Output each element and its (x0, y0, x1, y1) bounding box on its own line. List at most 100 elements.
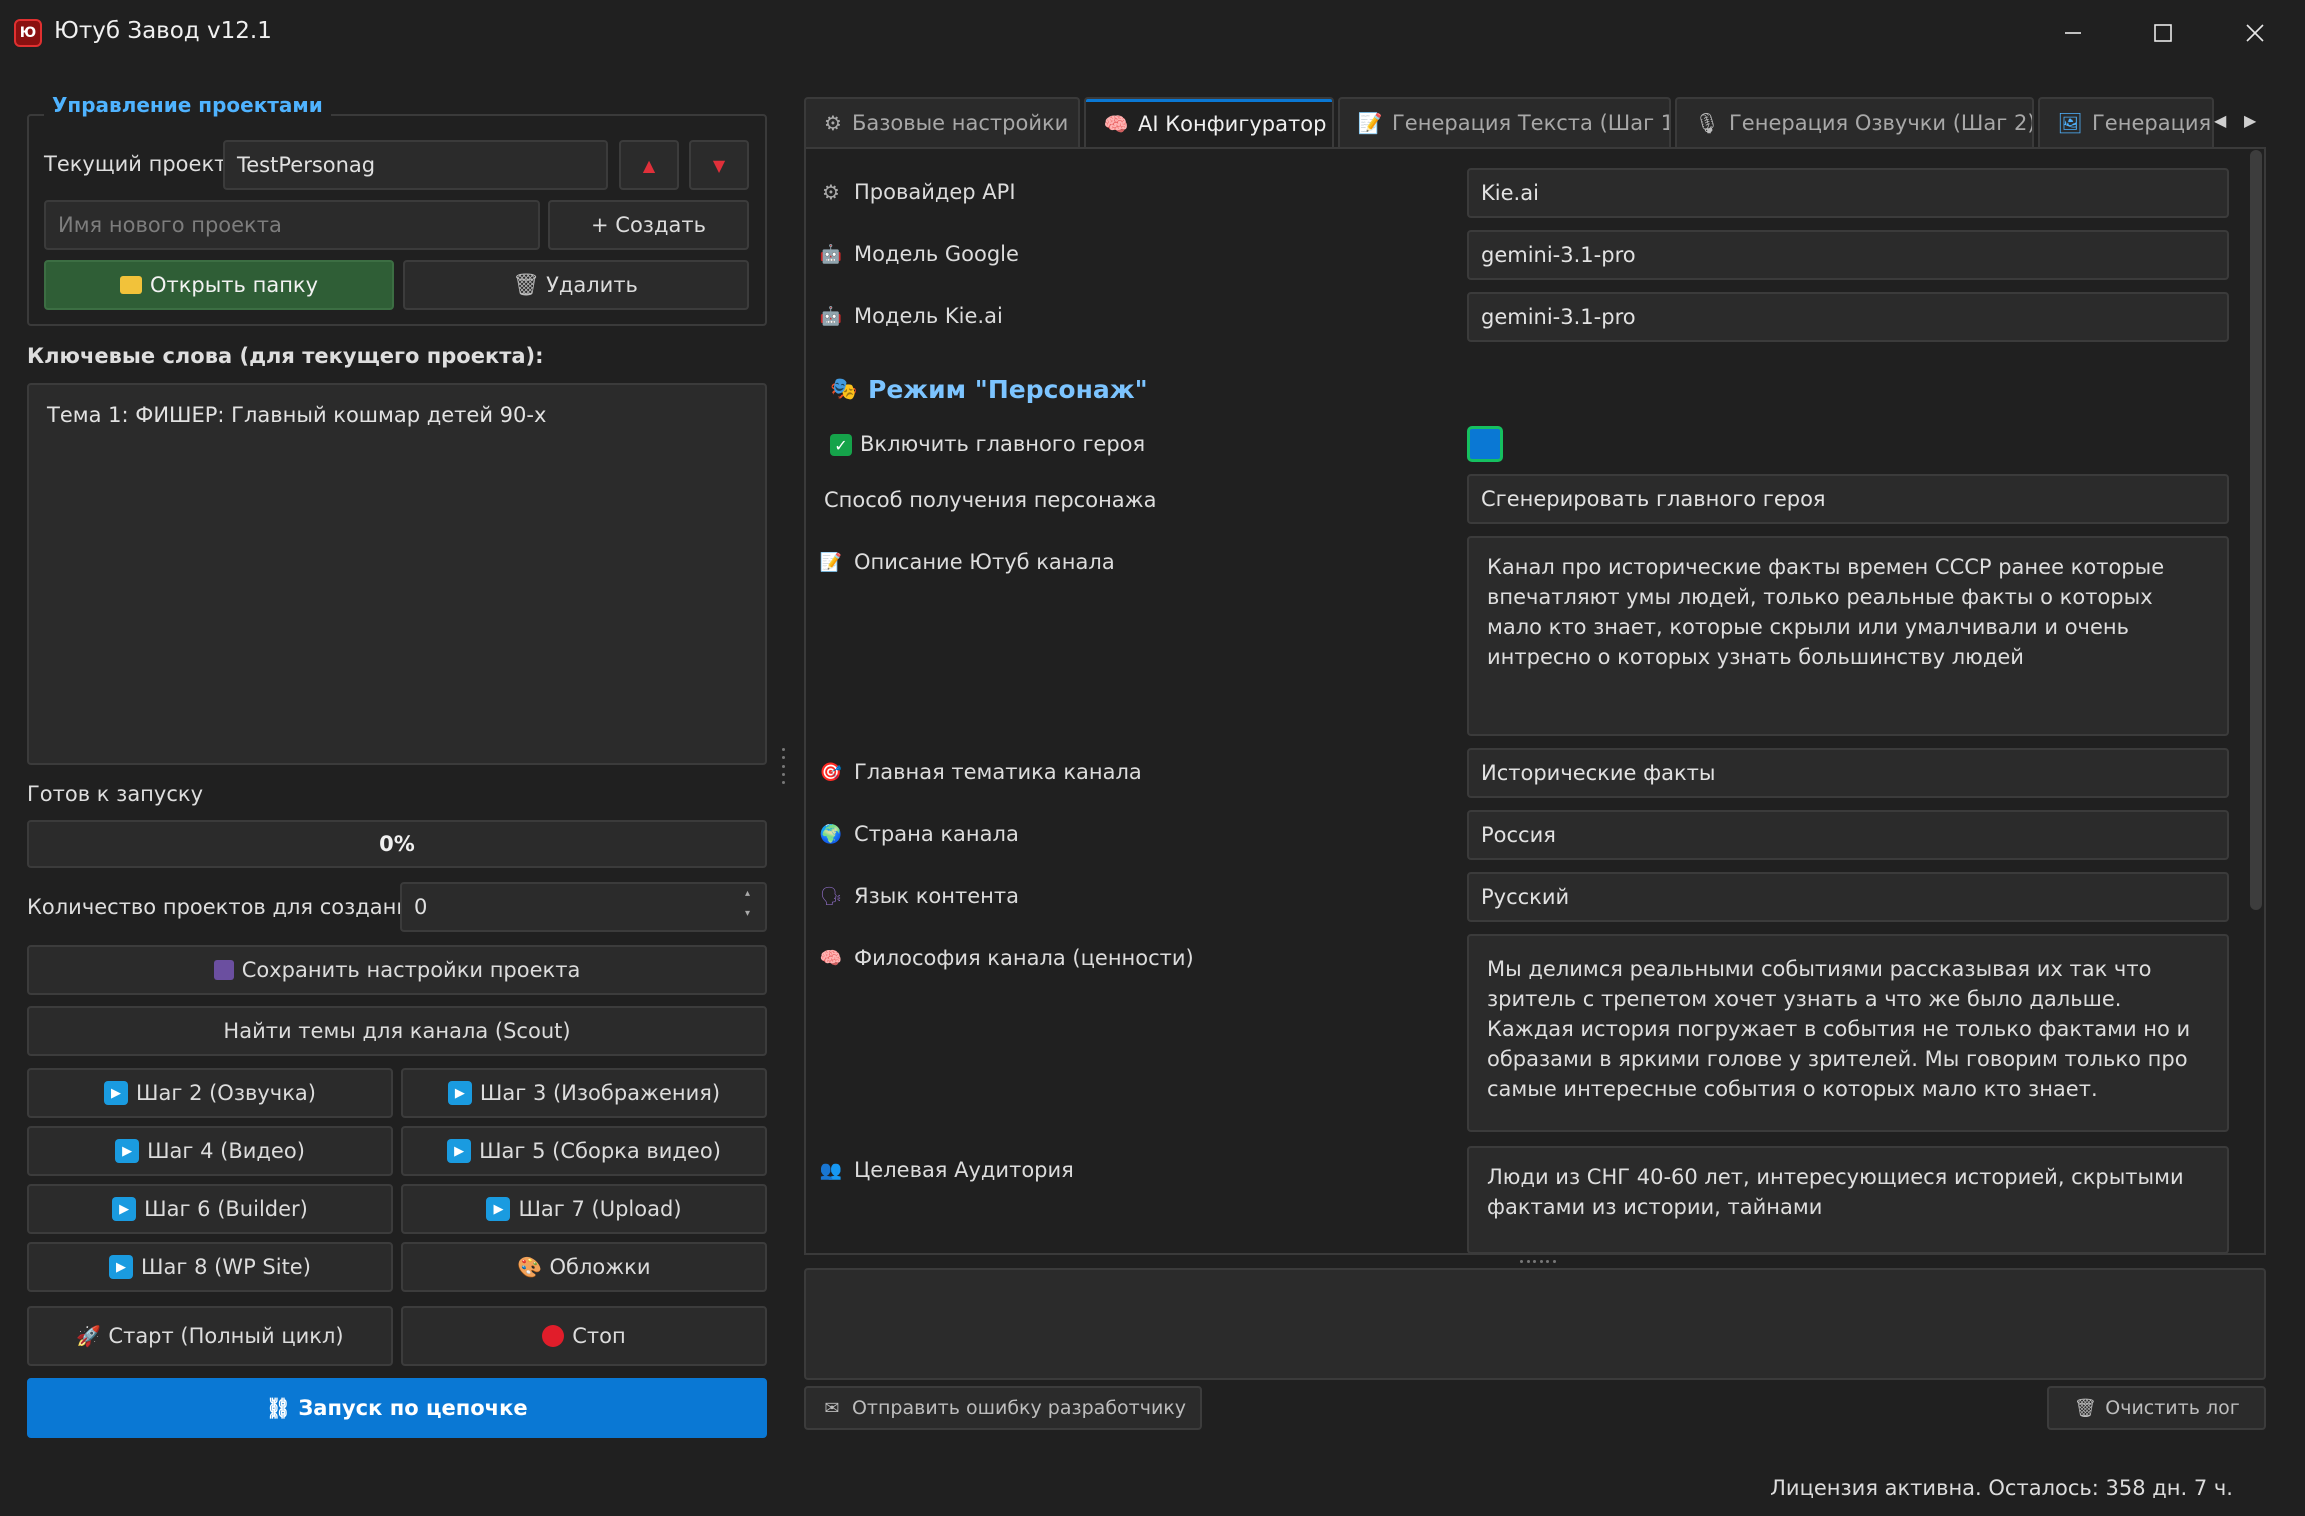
provider-label: ⚙ Провайдер API (820, 180, 1016, 204)
stop-label: Стоп (572, 1324, 626, 1348)
play-icon: ▶ (486, 1197, 511, 1221)
enable-hero-checkbox[interactable] (1467, 426, 1503, 462)
tab-label: Базовые настройки (851, 111, 1069, 135)
philosophy-textarea[interactable]: Мы делимся реальными событиями рассказыв… (1467, 934, 2229, 1132)
close-button[interactable] (2210, 8, 2300, 58)
kie-model-select[interactable]: gemini-3.1-pro (1467, 292, 2229, 342)
step8-button[interactable]: ▶ Шаг 8 (WP Site) (27, 1242, 393, 1292)
step4-button[interactable]: ▶ Шаг 4 (Видео) (27, 1126, 393, 1176)
character-method-select[interactable]: Сгенерировать главного героя (1467, 474, 2229, 524)
language-label-text: Язык контента (854, 884, 1019, 908)
country-label: 🌍 Страна канала (820, 822, 1019, 846)
philosophy-label: 🧠 Философия канала (ценности) (820, 946, 1194, 970)
step3-button[interactable]: ▶ Шаг 3 (Изображения) (401, 1068, 767, 1118)
start-full-cycle-button[interactable]: 🚀 Старт (Полный цикл) (27, 1306, 393, 1366)
philosophy-label-text: Философия канала (ценности) (854, 946, 1194, 970)
trash-icon: 🗑 (2073, 1397, 2097, 1419)
minimize-icon (2065, 32, 2081, 34)
target-icon: 🎯 (819, 761, 843, 783)
panel-splitter-handle[interactable] (780, 748, 786, 784)
config-scrollbar[interactable] (2250, 150, 2262, 910)
step5-button[interactable]: ▶ Шаг 5 (Сборка видео) (401, 1126, 767, 1176)
step7-button[interactable]: ▶ Шаг 7 (Upload) (401, 1184, 767, 1234)
tab-voice-generation[interactable]: 🎙 Генерация Озвучки (Шаг 2) (1675, 97, 2034, 147)
progress-bar: 0% (27, 820, 767, 868)
target-audience-label: 👥 Целевая Аудитория (820, 1158, 1074, 1182)
project-management-legend: Управление проектами (44, 93, 331, 117)
app-logo-icon: Ю (14, 19, 42, 47)
tab-base-settings[interactable]: ⚙ Базовые настройки (804, 97, 1080, 147)
keywords-textarea[interactable]: Тема 1: ФИШЕР: Главный кошмар детей 90-х (27, 383, 767, 765)
move-down-button[interactable]: ▼ (689, 140, 749, 190)
provider-label-text: Провайдер API (854, 180, 1016, 204)
play-icon: ▶ (447, 1139, 472, 1163)
move-up-button[interactable]: ▲ (619, 140, 679, 190)
step6-button[interactable]: ▶ Шаг 6 (Builder) (27, 1184, 393, 1234)
save-settings-label: Сохранить настройки проекта (241, 958, 581, 982)
step2-label: Шаг 2 (Озвучка) (136, 1081, 316, 1105)
chain-run-button[interactable]: ⛓ Запуск по цепочке (27, 1378, 767, 1438)
country-label-text: Страна канала (854, 822, 1019, 846)
log-output[interactable] (804, 1268, 2266, 1380)
theater-masks-icon: 🎭 (830, 377, 858, 402)
delete-label: Удалить (546, 273, 638, 297)
new-project-name-input[interactable]: Имя нового проекта (44, 200, 540, 250)
target-audience-textarea[interactable]: Люди из СНГ 40-60 лет, интересующиеся ис… (1467, 1146, 2229, 1254)
covers-button[interactable]: 🎨 Обложки (401, 1242, 767, 1292)
tab-text-generation[interactable]: 📝 Генерация Текста (Шаг 1) (1338, 97, 1671, 147)
step6-label: Шаг 6 (Builder) (144, 1197, 308, 1221)
provider-select[interactable]: Kie.ai (1467, 168, 2229, 218)
project-count-label: Количество проектов для создания: (27, 895, 430, 919)
log-splitter-handle[interactable] (1520, 1258, 1556, 1264)
google-model-select[interactable]: gemini-3.1-pro (1467, 230, 2229, 280)
step5-label: Шаг 5 (Сборка видео) (479, 1139, 721, 1163)
tab-label: Генерация Озвучки (Шаг 2) (1729, 111, 2034, 135)
triangle-down-icon: ▼ (712, 155, 726, 175)
memo-icon: 📝 (1357, 111, 1383, 135)
brain-icon: 🧠 (1103, 112, 1129, 136)
channel-description-textarea[interactable]: Канал про исторические факты времен СССР… (1467, 536, 2229, 736)
send-error-button[interactable]: ✉ Отправить ошибку разработчику (804, 1386, 1202, 1430)
tab-label: AI Конфигуратор (1138, 112, 1327, 136)
chain-icon: ⛓ (265, 1396, 292, 1420)
current-project-select[interactable]: TestPersonag (223, 140, 608, 190)
globe-icon: 🌍 (819, 823, 843, 845)
minimize-button[interactable] (2028, 8, 2118, 58)
delete-project-button[interactable]: 🗑 Удалить (403, 260, 749, 310)
close-icon (2246, 24, 2264, 42)
scout-topics-button[interactable]: Найти темы для канала (Scout) (27, 1006, 767, 1056)
target-audience-label-text: Целевая Аудитория (854, 1158, 1074, 1182)
open-folder-button[interactable]: Открыть папку (44, 260, 394, 310)
character-mode-title: 🎭 Режим "Персонаж" (830, 375, 1148, 404)
checkmark-icon: ✓ (830, 434, 852, 456)
project-count-spinbox[interactable]: 0 ▴ ▾ (400, 882, 767, 932)
floppy-disk-icon (213, 960, 234, 980)
save-project-settings-button[interactable]: Сохранить настройки проекта (27, 945, 767, 995)
google-model-label: 🤖 Модель Google (820, 242, 1019, 266)
tab-image-generation[interactable]: 🖼 Генерация (2038, 97, 2214, 147)
app-window: Ю Ютуб Завод v12.1 Управление проектами … (0, 0, 2305, 1516)
stop-button[interactable]: Стоп (401, 1306, 767, 1366)
rocket-icon: 🚀 (75, 1324, 101, 1348)
memo-icon: 📝 (819, 551, 843, 573)
people-icon: 👥 (819, 1159, 843, 1181)
speaking-head-icon: 🗣 (819, 885, 843, 907)
language-input[interactable]: Русский (1467, 872, 2229, 922)
country-input[interactable]: Россия (1467, 810, 2229, 860)
spin-down-icon[interactable]: ▾ (745, 908, 757, 919)
create-project-button[interactable]: + Создать (548, 200, 749, 250)
tab-scroll-left-icon[interactable]: ◀ (2214, 111, 2226, 130)
red-circle-icon (542, 1325, 565, 1347)
tab-ai-configurator[interactable]: 🧠 AI Конфигуратор (1084, 97, 1334, 149)
envelope-icon: ✉ (824, 1397, 840, 1419)
clear-log-button[interactable]: 🗑 Очистить лог (2047, 1386, 2266, 1430)
step2-button[interactable]: ▶ Шаг 2 (Озвучка) (27, 1068, 393, 1118)
maximize-button[interactable] (2118, 8, 2208, 58)
clear-log-label: Очистить лог (2105, 1397, 2240, 1419)
tab-scroll-right-icon[interactable]: ▶ (2244, 111, 2256, 130)
spin-up-icon[interactable]: ▴ (745, 888, 757, 899)
open-folder-label: Открыть папку (149, 273, 319, 297)
character-mode-title-text: Режим "Персонаж" (868, 375, 1148, 404)
main-topic-input[interactable]: Исторические факты (1467, 748, 2229, 798)
title-bar: Ю Ютуб Завод v12.1 (0, 0, 2305, 66)
